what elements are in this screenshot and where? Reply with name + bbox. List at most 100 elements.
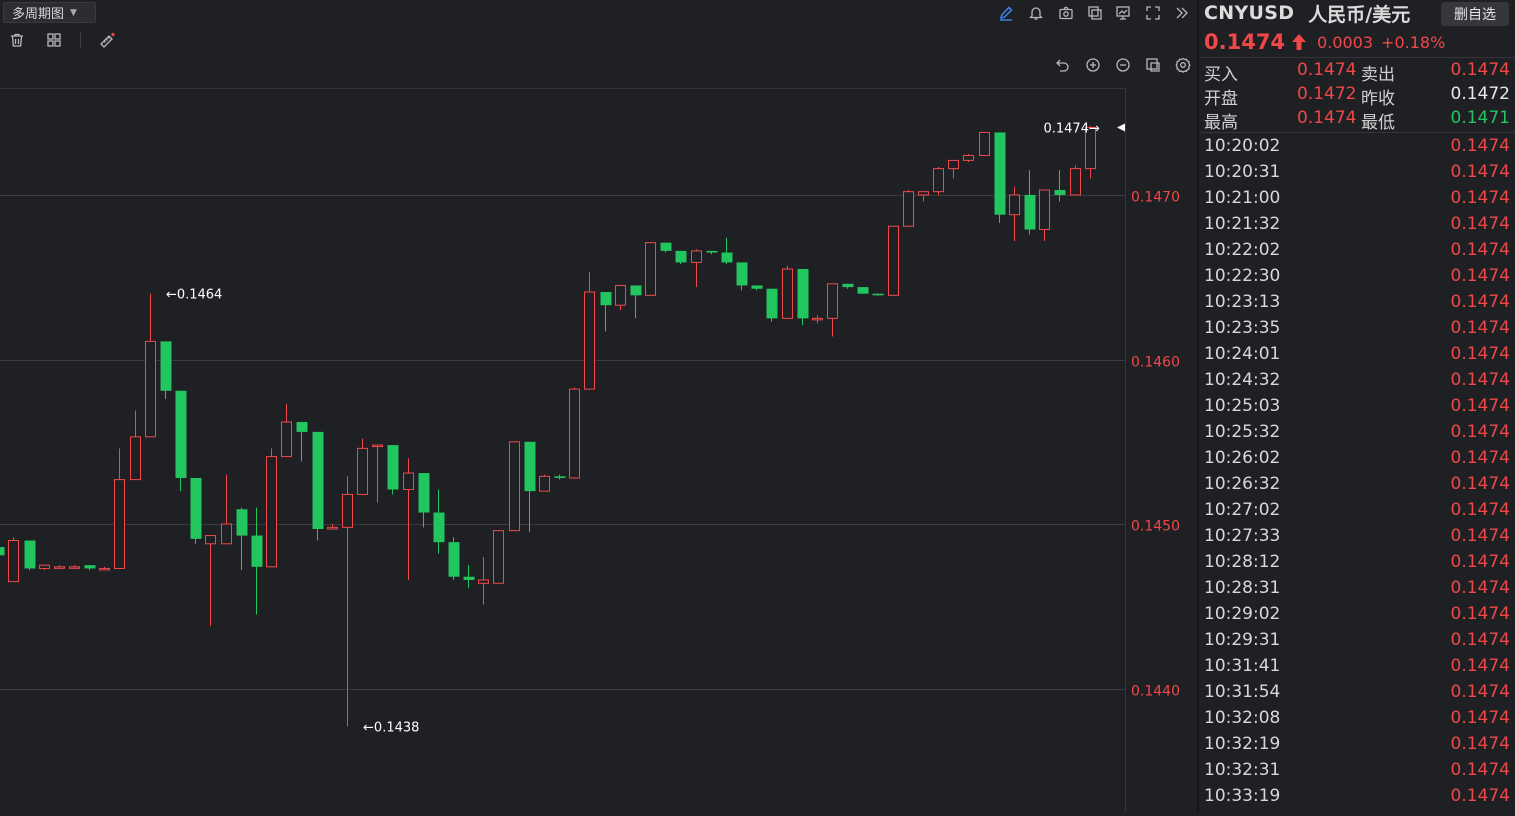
candle-body — [660, 242, 672, 251]
quote-value: 0.1474 — [1297, 108, 1357, 128]
tick-row: 10:29:31 0.1474 — [1204, 628, 1510, 654]
candle — [145, 293, 156, 438]
pencil-icon[interactable] — [997, 4, 1015, 22]
ruler-icon[interactable] — [98, 31, 116, 49]
quote-label: 最高 — [1204, 113, 1238, 133]
candle-body — [84, 565, 96, 569]
candle-body — [918, 191, 929, 196]
candle-body — [281, 421, 292, 458]
candle-body — [797, 269, 809, 319]
layout-icon[interactable] — [45, 31, 63, 49]
tick-row: 10:24:32 0.1474 — [1204, 368, 1510, 394]
tick-time: 10:27:02 — [1204, 500, 1281, 520]
candle — [751, 285, 763, 291]
tick-row: 10:28:12 0.1474 — [1204, 550, 1510, 576]
chart-toolbar: 多周期图 ▼ — [0, 0, 1197, 88]
candle — [357, 438, 368, 495]
tick-price: 0.1474 — [1450, 162, 1510, 182]
tick-time: 10:20:31 — [1204, 162, 1281, 182]
candle-body — [99, 567, 110, 571]
candle — [554, 474, 566, 480]
candle-body — [493, 530, 504, 584]
candle-body — [266, 456, 277, 568]
chevron-down-icon: ▼ — [70, 7, 77, 18]
zoom-in-icon[interactable] — [1084, 56, 1102, 74]
candle-body — [812, 317, 823, 321]
candle — [84, 565, 96, 571]
candle — [782, 265, 793, 319]
collapse-icon[interactable] — [1173, 4, 1191, 22]
trash-icon[interactable] — [8, 31, 26, 49]
tick-row: 10:26:02 0.1474 — [1204, 446, 1510, 472]
candle — [675, 250, 687, 265]
candle-body — [933, 168, 944, 193]
tick-price: 0.1474 — [1450, 318, 1510, 338]
quote-row: 买入 0.1474 卖出 0.1474 — [1204, 60, 1510, 85]
tick-price: 0.1474 — [1450, 240, 1510, 260]
candle — [812, 315, 823, 324]
chart-style-icon[interactable] — [1144, 56, 1162, 74]
tick-row: 10:28:31 0.1474 — [1204, 576, 1510, 602]
price-change: 0.0003 — [1317, 32, 1374, 52]
candle — [600, 292, 612, 332]
y-tick-label: 0.1450 — [1131, 519, 1180, 535]
tick-price: 0.1474 — [1450, 448, 1510, 468]
camera-icon[interactable] — [1057, 4, 1075, 22]
candlestick-chart[interactable]: 0.1470 0.1460 0.1450 0.1440 ←0.1464 ←0.1438 0… — [0, 88, 1197, 812]
tick-row: 10:31:54 0.1474 — [1204, 680, 1510, 706]
candle-body — [205, 535, 216, 545]
last-price: 0.1474 — [1204, 30, 1286, 54]
candle-body — [948, 159, 959, 170]
quote-value: 0.1472 — [1297, 84, 1357, 104]
candle — [706, 250, 718, 255]
quote-row: 开盘 0.1472 昨收 0.1472 — [1204, 84, 1510, 109]
candle — [933, 166, 944, 195]
candle-body — [1024, 194, 1036, 230]
candle — [842, 283, 854, 289]
tick-price: 0.1474 — [1450, 552, 1510, 572]
tick-price: 0.1474 — [1450, 526, 1510, 546]
tick-price: 0.1474 — [1450, 734, 1510, 754]
candle — [948, 159, 959, 179]
candle-body — [706, 250, 718, 253]
bell-icon[interactable] — [1027, 4, 1045, 22]
fullscreen-icon[interactable] — [1144, 4, 1162, 22]
tick-list: 10:20:02 0.1474 10:20:31 0.1474 10:21:00 0.14… — [1204, 134, 1510, 810]
settings-icon[interactable] — [1174, 56, 1192, 74]
copy-icon[interactable] — [1086, 4, 1104, 22]
undo-icon[interactable] — [1054, 56, 1072, 74]
candle-body — [1009, 194, 1020, 216]
candle-body — [448, 542, 460, 577]
tick-row: 10:23:13 0.1474 — [1204, 290, 1510, 316]
tick-time: 10:24:32 — [1204, 370, 1281, 390]
candle — [524, 441, 536, 533]
remove-watchlist-button[interactable]: 删自选 — [1441, 2, 1509, 26]
indicator-icon[interactable] — [1114, 4, 1132, 22]
zoom-out-icon[interactable] — [1114, 56, 1132, 74]
candle — [130, 410, 141, 481]
tick-row: 10:27:33 0.1474 — [1204, 524, 1510, 550]
tick-time: 10:26:02 — [1204, 448, 1281, 468]
tick-price: 0.1474 — [1450, 422, 1510, 442]
candle-body — [1054, 190, 1066, 195]
price-extreme-label: ←0.1464 — [166, 288, 222, 303]
period-dropdown[interactable]: 多周期图 ▼ — [3, 2, 96, 23]
candle-body — [372, 444, 383, 448]
tick-time: 10:28:31 — [1204, 578, 1281, 598]
candle — [1054, 170, 1066, 202]
tick-time: 10:23:13 — [1204, 292, 1281, 312]
tick-row: 10:20:31 0.1474 — [1204, 160, 1510, 186]
tick-row: 10:20:02 0.1474 — [1204, 134, 1510, 160]
tick-price: 0.1474 — [1450, 682, 1510, 702]
candle — [251, 507, 263, 615]
tick-row: 10:32:08 0.1474 — [1204, 706, 1510, 732]
tick-price: 0.1474 — [1450, 292, 1510, 312]
tick-time: 10:24:01 — [1204, 344, 1281, 364]
tick-price: 0.1474 — [1450, 266, 1510, 286]
tick-row: 10:25:32 0.1474 — [1204, 420, 1510, 446]
tick-row: 10:31:41 0.1474 — [1204, 654, 1510, 680]
candle — [24, 540, 36, 571]
quote-value: 0.1471 — [1450, 108, 1510, 128]
tick-time: 10:21:32 — [1204, 214, 1281, 234]
price-extreme-label: 0.1474→ — [1043, 121, 1099, 136]
